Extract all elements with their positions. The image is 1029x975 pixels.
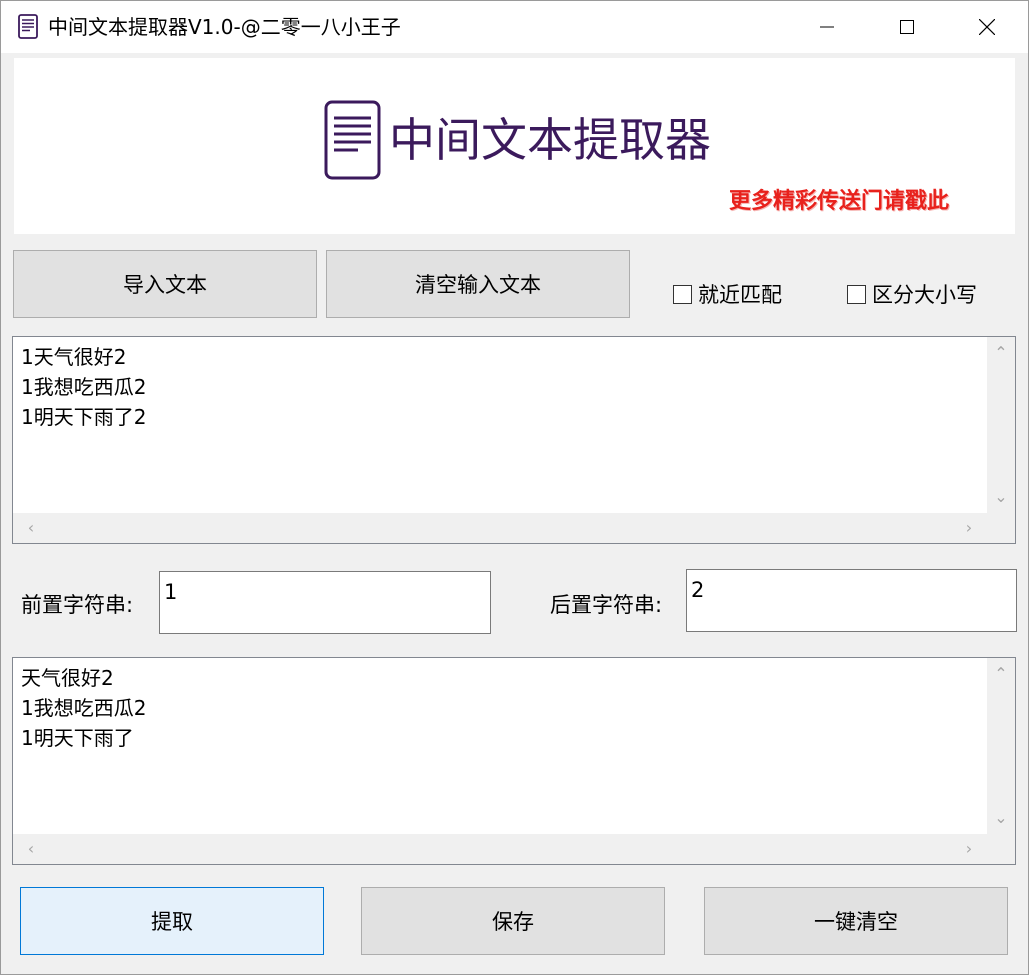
checkbox-box[interactable] [673, 284, 692, 304]
minimize-button[interactable] [787, 1, 867, 53]
app-logo-title: 中间文本提取器 [389, 113, 711, 167]
text-line: 1明天下雨了 [21, 726, 134, 750]
scroll-left-icon[interactable]: ‹ [23, 520, 39, 536]
maximize-icon [900, 20, 914, 34]
suffix-value: 2 [691, 578, 705, 602]
app-window: 中间文本提取器V1.0-@二零一八小王子 中间文本提取器 更多精彩传送门请戳此 … [0, 0, 1029, 975]
clear-input-button[interactable]: 清空输入文本 [326, 250, 630, 318]
text-line: 1我想吃西瓜2 [21, 375, 147, 399]
scroll-down-icon[interactable]: ⌄ [993, 489, 1009, 505]
horizontal-scrollbar[interactable]: ‹ › [13, 834, 1015, 864]
checkbox-box[interactable] [847, 284, 866, 304]
promo-link[interactable]: 更多精彩传送门请戳此 [729, 186, 949, 218]
output-textarea[interactable]: 天气很好2 1我想吃西瓜2 1明天下雨了 ⌃ ⌄ ‹ › [12, 657, 1016, 865]
scroll-left-icon[interactable]: ‹ [23, 841, 39, 857]
import-text-button[interactable]: 导入文本 [13, 250, 317, 318]
close-icon [979, 19, 995, 35]
clear-all-button[interactable]: 一键清空 [704, 887, 1008, 955]
title-bar[interactable]: 中间文本提取器V1.0-@二零一八小王子 [1, 1, 1028, 53]
text-line: 1我想吃西瓜2 [21, 696, 147, 720]
window-title: 中间文本提取器V1.0-@二零一八小王子 [48, 15, 401, 39]
text-line: 1明天下雨了2 [21, 405, 147, 429]
prefix-value: 1 [164, 580, 178, 604]
close-button[interactable] [947, 1, 1027, 53]
document-icon [18, 14, 38, 39]
horizontal-scrollbar[interactable]: ‹ › [13, 513, 1015, 543]
prefix-input[interactable]: 1 [159, 571, 491, 634]
text-line: 天气很好2 [21, 666, 114, 690]
scroll-up-icon[interactable]: ⌃ [993, 666, 1009, 682]
case-sensitive-checkbox[interactable]: 区分大小写 [847, 280, 977, 308]
vertical-scrollbar[interactable]: ⌃ ⌄ [987, 337, 1015, 513]
input-text-lines[interactable]: 1天气很好2 1我想吃西瓜2 1明天下雨了2 [21, 342, 146, 432]
maximize-button[interactable] [867, 1, 947, 53]
save-button[interactable]: 保存 [361, 887, 665, 955]
banner: 中间文本提取器 更多精彩传送门请戳此 [14, 58, 1015, 234]
nearest-match-label: 就近匹配 [698, 283, 782, 307]
scroll-right-icon[interactable]: › [961, 841, 977, 857]
suffix-label: 后置字符串: [550, 593, 663, 617]
output-text-lines[interactable]: 天气很好2 1我想吃西瓜2 1明天下雨了 [21, 663, 146, 753]
prefix-label: 前置字符串: [21, 593, 134, 617]
input-textarea[interactable]: 1天气很好2 1我想吃西瓜2 1明天下雨了2 ⌃ ⌄ ‹ › [12, 336, 1016, 544]
scroll-right-icon[interactable]: › [961, 520, 977, 536]
nearest-match-checkbox[interactable]: 就近匹配 [673, 280, 782, 308]
suffix-input[interactable]: 2 [686, 569, 1017, 632]
scroll-up-icon[interactable]: ⌃ [993, 345, 1009, 361]
minimize-icon [820, 26, 834, 28]
vertical-scrollbar[interactable]: ⌃ ⌄ [987, 658, 1015, 834]
text-line: 1天气很好2 [21, 345, 127, 369]
scroll-down-icon[interactable]: ⌄ [993, 810, 1009, 826]
document-icon [324, 100, 381, 180]
case-sensitive-label: 区分大小写 [872, 283, 977, 307]
extract-button[interactable]: 提取 [20, 887, 324, 955]
